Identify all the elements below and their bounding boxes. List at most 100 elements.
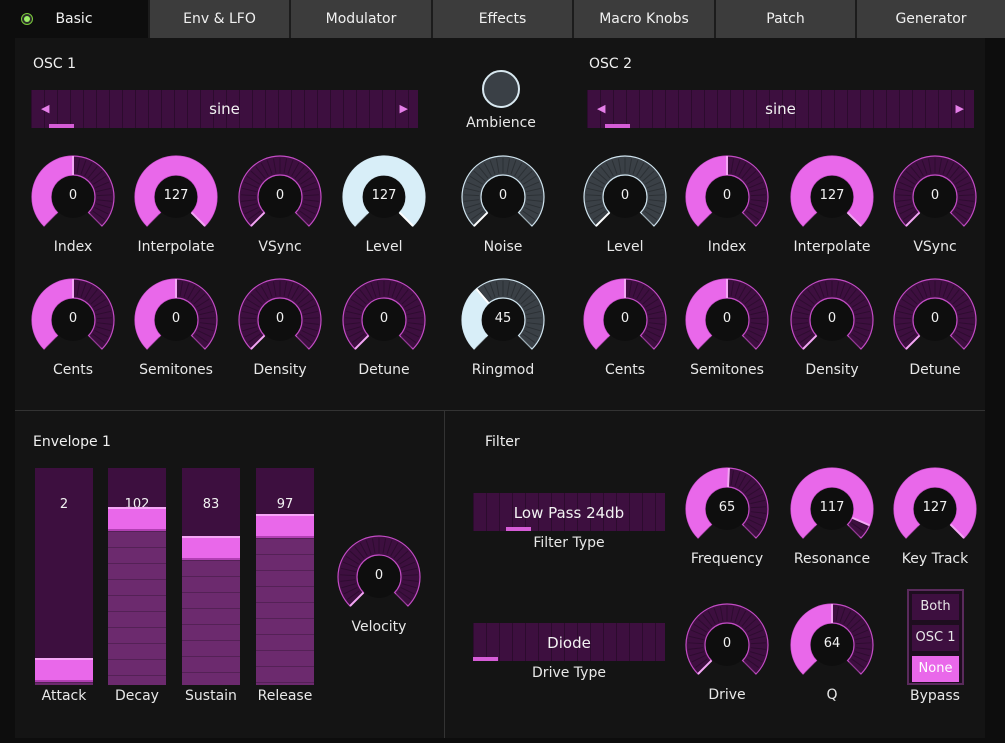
noise-knob[interactable]: 0 [461, 155, 545, 239]
osc1-semitones-knob[interactable]: 0 [134, 278, 218, 362]
release-label: Release [257, 688, 313, 704]
slider-handle[interactable] [256, 514, 314, 538]
tab-patch[interactable]: Patch [716, 0, 857, 38]
slider-handle[interactable] [108, 507, 166, 531]
sustain-slider[interactable]: 83 [182, 468, 240, 685]
osc2-title: OSC 2 [589, 56, 633, 72]
frequency-label: Frequency [690, 551, 764, 567]
slider-handle[interactable] [182, 536, 240, 560]
q-value: 64 [823, 636, 841, 651]
arrow-right-icon[interactable]: ▶ [400, 102, 408, 115]
osc1-waveform-value: sine [209, 100, 240, 118]
osc1-vsync-knob[interactable]: 0 [238, 155, 322, 239]
attack-slider[interactable]: 2 [35, 468, 93, 685]
osc1-density-knob[interactable]: 0 [238, 278, 322, 362]
osc2-waveform-indicator [605, 124, 630, 128]
active-led-icon [21, 13, 33, 25]
osc2-semitones-label: Semitones [690, 362, 764, 378]
knob-indicator [727, 467, 730, 488]
velocity-value: 0 [374, 568, 384, 583]
tab-modulator[interactable]: Modulator [291, 0, 433, 38]
osc1-vsync-label: VSync [258, 239, 302, 255]
osc2-cents-value: 0 [620, 311, 630, 326]
osc2-level-knob[interactable]: 0 [583, 155, 667, 239]
osc1-semitones-label: Semitones [139, 362, 213, 378]
tab-label: Basic [55, 11, 93, 27]
resonance-label: Resonance [793, 551, 871, 567]
release-slider[interactable]: 97 [256, 468, 314, 685]
velocity-knob[interactable]: 0 [337, 535, 421, 619]
drive-knob[interactable]: 0 [685, 603, 769, 687]
bypass-option-none[interactable]: None [912, 656, 959, 682]
osc1-density-label: Density [253, 362, 307, 378]
tab-env-lfo[interactable]: Env & LFO [150, 0, 291, 38]
osc1-title: OSC 1 [33, 56, 77, 72]
osc2-cents-knob[interactable]: 0 [583, 278, 667, 362]
noise-label: Noise [483, 239, 523, 255]
osc1-index-knob[interactable]: 0 [31, 155, 115, 239]
osc2-interpolate-value: 127 [819, 188, 845, 203]
key-track-knob[interactable]: 127 [893, 467, 977, 551]
osc2-detune-knob[interactable]: 0 [893, 278, 977, 362]
ambience-label: Ambience [466, 115, 536, 131]
ambience-toggle[interactable] [482, 70, 520, 108]
ringmod-knob[interactable]: 45 [461, 278, 545, 362]
filter-type-selector[interactable]: Low Pass 24db [473, 493, 665, 531]
osc2-waveform-selector[interactable]: ◀ sine ▶ [587, 90, 974, 128]
tab-label: Modulator [325, 11, 397, 27]
slider-fill [182, 560, 240, 685]
decay-slider[interactable]: 102 [108, 468, 166, 685]
arrow-right-icon[interactable]: ▶ [956, 102, 964, 115]
osc1-vsync-value: 0 [275, 188, 285, 203]
osc2-index-knob[interactable]: 0 [685, 155, 769, 239]
osc2-vsync-knob[interactable]: 0 [893, 155, 977, 239]
tab-label: Generator [895, 11, 967, 27]
osc2-semitones-value: 0 [722, 311, 732, 326]
osc1-cents-knob[interactable]: 0 [31, 278, 115, 362]
osc2-index-value: 0 [722, 188, 732, 203]
osc2-semitones-knob[interactable]: 0 [685, 278, 769, 362]
osc1-level-knob[interactable]: 127 [342, 155, 426, 239]
slider-fill [108, 531, 166, 685]
osc1-detune-knob[interactable]: 0 [342, 278, 426, 362]
tab-label: Patch [766, 11, 805, 27]
tab-label: Env & LFO [183, 11, 256, 27]
osc1-waveform-indicator [49, 124, 74, 128]
tab-label: Effects [478, 11, 527, 27]
osc2-detune-label: Detune [909, 362, 961, 378]
q-knob[interactable]: 64 [790, 603, 874, 687]
osc1-level-value: 127 [371, 188, 397, 203]
osc1-density-value: 0 [275, 311, 285, 326]
drive-label: Drive [708, 687, 746, 703]
osc1-waveform-selector[interactable]: ◀ sine ▶ [31, 90, 418, 128]
tab-macro-knobs[interactable]: Macro Knobs [574, 0, 716, 38]
osc2-vsync-value: 0 [930, 188, 940, 203]
bypass-option-osc1[interactable]: OSC 1 [912, 625, 959, 651]
slider-handle[interactable] [35, 658, 93, 682]
osc1-interpolate-knob[interactable]: 127 [134, 155, 218, 239]
osc1-detune-label: Detune [358, 362, 410, 378]
osc2-density-knob[interactable]: 0 [790, 278, 874, 362]
osc2-density-value: 0 [827, 311, 837, 326]
tab-effects[interactable]: Effects [433, 0, 574, 38]
filter-type-value: Low Pass 24db [513, 504, 625, 522]
resonance-knob[interactable]: 117 [790, 467, 874, 551]
osc1-semitones-value: 0 [171, 311, 181, 326]
bypass-option-both[interactable]: Both [912, 594, 959, 620]
section-divider [15, 410, 985, 411]
sustain-value: 83 [202, 497, 220, 512]
frequency-knob[interactable]: 65 [685, 467, 769, 551]
osc1-index-value: 0 [68, 188, 78, 203]
osc2-interpolate-knob[interactable]: 127 [790, 155, 874, 239]
filter-title: Filter [485, 434, 520, 450]
drive-type-selector[interactable]: Diode [473, 623, 665, 661]
tab-generator[interactable]: Generator [857, 0, 1005, 38]
key-track-value: 127 [922, 500, 948, 515]
osc2-level-value: 0 [620, 188, 630, 203]
osc2-interpolate-label: Interpolate [793, 239, 871, 255]
velocity-label: Velocity [351, 619, 407, 635]
release-value: 97 [276, 497, 294, 512]
bypass-label: Bypass [910, 688, 960, 704]
ringmod-value: 45 [494, 311, 512, 326]
osc1-detune-value: 0 [379, 311, 389, 326]
